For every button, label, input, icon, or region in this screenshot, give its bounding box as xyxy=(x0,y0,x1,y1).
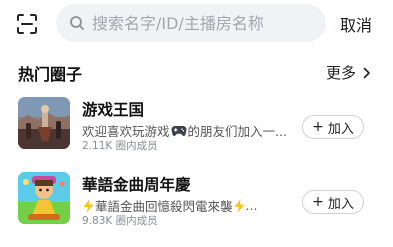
lightning-icon xyxy=(83,198,94,213)
more-link[interactable]: 更多 xyxy=(326,62,371,83)
group-member-count: 2.11K 圈内成员 xyxy=(82,138,158,153)
search-input[interactable] xyxy=(92,13,322,33)
description-ellipsis: ... xyxy=(245,198,258,213)
plus-icon: + xyxy=(312,119,324,135)
search-icon xyxy=(68,14,86,32)
member-count-label: 圈内成员 xyxy=(115,215,158,227)
group-cover-image xyxy=(18,172,70,224)
group-list-item[interactable]: 游戏王国 欢迎喜欢玩游戏 的朋友们加入一... 2.11K 圈内成员 + 加入 xyxy=(0,97,393,153)
join-button[interactable]: + 加入 xyxy=(302,190,364,214)
more-label: 更多 xyxy=(326,64,357,82)
join-button[interactable]: + 加入 xyxy=(302,115,364,139)
cancel-button[interactable]: 取消 xyxy=(340,12,372,36)
member-count-value: 2.11K xyxy=(82,140,113,152)
group-member-count: 9.83K 圈内成员 xyxy=(82,213,158,228)
member-count-label: 圈内成员 xyxy=(115,140,158,152)
gamepad-icon xyxy=(171,125,187,137)
group-description-text: 的朋友们加入一... xyxy=(187,124,287,139)
search-header: 取消 xyxy=(0,0,393,48)
join-label: 加入 xyxy=(327,121,354,137)
group-cover-image xyxy=(18,97,70,149)
lightning-icon xyxy=(234,198,245,213)
scan-icon[interactable] xyxy=(14,11,40,37)
group-name: 華語金曲周年慶 xyxy=(82,176,191,194)
chevron-right-icon xyxy=(362,67,371,79)
section-title: 热门圈子 xyxy=(18,65,83,84)
join-label: 加入 xyxy=(327,196,354,212)
group-list-item[interactable]: 華語金曲周年慶 華語金曲回憶殺閃電來襲 ... 9.83K 圈内成员 + 加入 xyxy=(0,172,393,228)
member-count-value: 9.83K xyxy=(82,215,113,227)
plus-icon: + xyxy=(312,194,324,210)
group-name: 游戏王国 xyxy=(82,101,145,119)
search-box[interactable] xyxy=(56,4,326,42)
